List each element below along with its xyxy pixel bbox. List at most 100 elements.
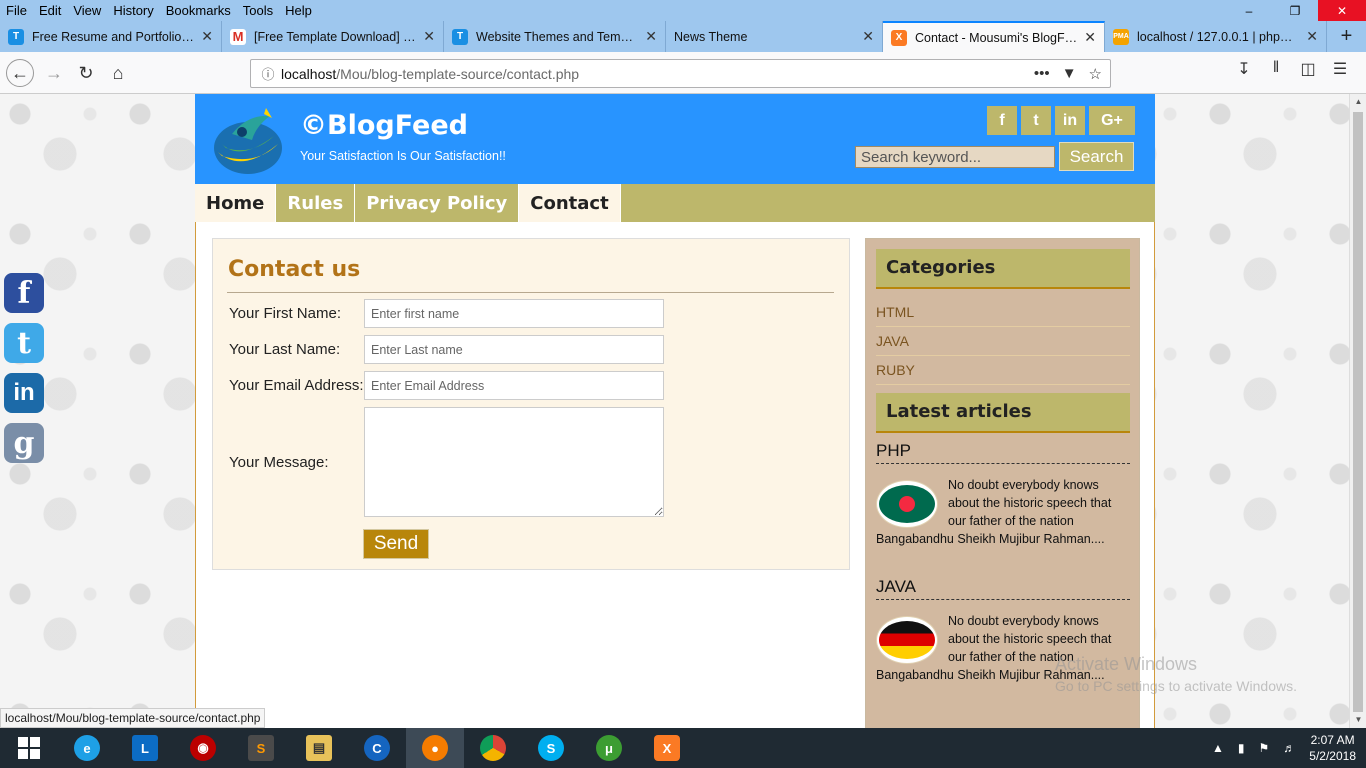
- first-name-label: Your First Name:: [229, 305, 341, 322]
- email-label: Your Email Address:: [229, 377, 364, 394]
- first-name-row: Your First Name:: [229, 299, 664, 328]
- menu-edit[interactable]: Edit: [33, 3, 67, 18]
- pocket-icon[interactable]: ▼: [1062, 65, 1077, 83]
- antivirus-icon[interactable]: ◉: [174, 728, 232, 768]
- tab-free-template[interactable]: M [Free Template Download] Clar ✕: [222, 21, 444, 52]
- tab-bar: T Free Resume and Portfolio HTML ✕ M [Fr…: [0, 21, 1366, 52]
- divider: [227, 292, 834, 293]
- downloads-icon[interactable]: ↧: [1228, 59, 1260, 79]
- tab-phpmyadmin[interactable]: PMA localhost / 127.0.0.1 | phpMyA ✕: [1105, 21, 1327, 52]
- menu-bookmarks[interactable]: Bookmarks: [160, 3, 237, 18]
- sublime-text-icon[interactable]: S: [232, 728, 290, 768]
- home-icon[interactable]: ⌂: [104, 59, 132, 87]
- phpmyadmin-icon: PMA: [1112, 28, 1129, 45]
- category-ruby[interactable]: RUBY: [876, 362, 1130, 385]
- firefox-icon[interactable]: ●: [406, 728, 464, 768]
- tab-website-themes[interactable]: T Website Themes and Template ✕: [444, 21, 666, 52]
- internet-explorer-icon[interactable]: e: [58, 728, 116, 768]
- linkedin-icon[interactable]: in: [1055, 106, 1085, 135]
- twitter-icon[interactable]: t: [0, 320, 48, 366]
- library-icon[interactable]: ‖: [1260, 59, 1292, 79]
- category-html[interactable]: HTML: [876, 304, 1130, 327]
- article-title-java[interactable]: JAVA: [876, 577, 1130, 600]
- search-form: Search: [855, 142, 1134, 171]
- flag-icon[interactable]: ⚑: [1259, 741, 1270, 755]
- linkedin-icon[interactable]: in: [0, 370, 48, 416]
- search-input[interactable]: [855, 146, 1055, 168]
- latest-articles-heading: Latest articles: [876, 393, 1130, 433]
- tab-label: Website Themes and Template: [476, 29, 640, 44]
- menu-tools[interactable]: Tools: [237, 3, 279, 18]
- ccleaner-icon[interactable]: C: [348, 728, 406, 768]
- bangladesh-flag-icon: [876, 480, 938, 528]
- facebook-icon[interactable]: f: [987, 106, 1017, 135]
- google-plus-icon[interactable]: G+: [1089, 106, 1135, 135]
- scroll-thumb[interactable]: [1353, 112, 1363, 712]
- close-tab-icon[interactable]: ✕: [645, 28, 657, 45]
- email-input[interactable]: [364, 371, 664, 400]
- first-name-input[interactable]: [364, 299, 664, 328]
- site-info-icon[interactable]: ⓘ: [255, 64, 281, 83]
- clock-date: 5/2/2018: [1309, 749, 1356, 763]
- restore-icon[interactable]: ❐: [1272, 0, 1318, 21]
- close-tab-icon[interactable]: ✕: [1306, 28, 1318, 45]
- minimize-icon[interactable]: –: [1226, 0, 1272, 21]
- back-icon[interactable]: ←: [6, 59, 34, 87]
- close-tab-icon[interactable]: ✕: [862, 28, 874, 45]
- menu-view[interactable]: View: [67, 3, 107, 18]
- google-plus-icon[interactable]: g: [0, 420, 48, 466]
- menu-home[interactable]: Home: [195, 184, 277, 222]
- tray-expand-icon[interactable]: ▲: [1212, 741, 1224, 755]
- menu-contact[interactable]: Contact: [519, 184, 621, 222]
- network-icon[interactable]: ▮: [1238, 741, 1245, 755]
- menu-history[interactable]: History: [107, 3, 159, 18]
- menu-help[interactable]: Help: [279, 3, 318, 18]
- vertical-scrollbar[interactable]: ▲ ▼: [1349, 94, 1366, 728]
- reload-icon[interactable]: ↻: [72, 59, 100, 87]
- last-name-input[interactable]: [364, 335, 664, 364]
- menu-privacy-policy[interactable]: Privacy Policy: [355, 184, 520, 222]
- status-link-preview: localhost/Mou/blog-template-source/conta…: [0, 708, 266, 728]
- close-tab-icon[interactable]: ✕: [423, 28, 435, 45]
- sidebar-icon[interactable]: ◫: [1292, 59, 1324, 79]
- send-button[interactable]: Send: [363, 529, 429, 559]
- address-bar[interactable]: ⓘ localhost/Mou/blog-template-source/con…: [250, 59, 1111, 88]
- search-button[interactable]: Search: [1059, 142, 1134, 171]
- message-textarea[interactable]: [364, 407, 664, 517]
- tab-label: News Theme: [674, 29, 748, 44]
- window-controls: – ❐ ✕: [1226, 0, 1366, 21]
- close-window-icon[interactable]: ✕: [1318, 0, 1366, 21]
- hamburger-menu-icon[interactable]: ☰: [1324, 59, 1356, 79]
- scroll-up-icon[interactable]: ▲: [1350, 94, 1366, 110]
- file-explorer-icon[interactable]: ▤: [290, 728, 348, 768]
- skype-icon[interactable]: S: [522, 728, 580, 768]
- xampp-icon[interactable]: X: [638, 728, 696, 768]
- category-java[interactable]: JAVA: [876, 333, 1130, 356]
- page-viewport: f t in g ©BlogFeed Your Satisfaction Is …: [0, 94, 1349, 728]
- message-row: Your Message:: [229, 407, 664, 517]
- templated-icon: T: [452, 28, 468, 45]
- site-brand[interactable]: ©BlogFeed: [300, 110, 468, 141]
- tab-contact[interactable]: X Contact - Mousumi's BlogFeed ✕: [882, 21, 1105, 52]
- volume-icon[interactable]: ♬: [1283, 741, 1295, 755]
- menu-rules[interactable]: Rules: [276, 184, 356, 222]
- chrome-icon[interactable]: [464, 728, 522, 768]
- windows-start-icon[interactable]: [0, 728, 58, 768]
- clock[interactable]: 2:07 AM 5/2/2018: [1309, 732, 1356, 764]
- xampp-icon: X: [890, 29, 907, 46]
- tab-news-theme[interactable]: News Theme ✕: [666, 21, 883, 52]
- facebook-icon[interactable]: f: [0, 270, 48, 316]
- lync-icon[interactable]: L: [116, 728, 174, 768]
- tab-resume-portfolio[interactable]: T Free Resume and Portfolio HTML ✕: [0, 21, 222, 52]
- utorrent-icon[interactable]: μ: [580, 728, 638, 768]
- bookmark-star-icon[interactable]: ☆: [1089, 65, 1102, 83]
- article-title-php[interactable]: PHP: [876, 441, 1130, 464]
- twitter-icon[interactable]: t: [1021, 106, 1051, 135]
- new-tab-icon[interactable]: +: [1327, 21, 1366, 52]
- close-tab-icon[interactable]: ✕: [201, 28, 213, 45]
- page-actions-icon[interactable]: •••: [1034, 65, 1050, 83]
- close-tab-icon[interactable]: ✕: [1084, 29, 1096, 46]
- scroll-down-icon[interactable]: ▼: [1350, 712, 1366, 728]
- forward-icon[interactable]: →: [40, 59, 68, 87]
- menu-file[interactable]: File: [0, 3, 33, 18]
